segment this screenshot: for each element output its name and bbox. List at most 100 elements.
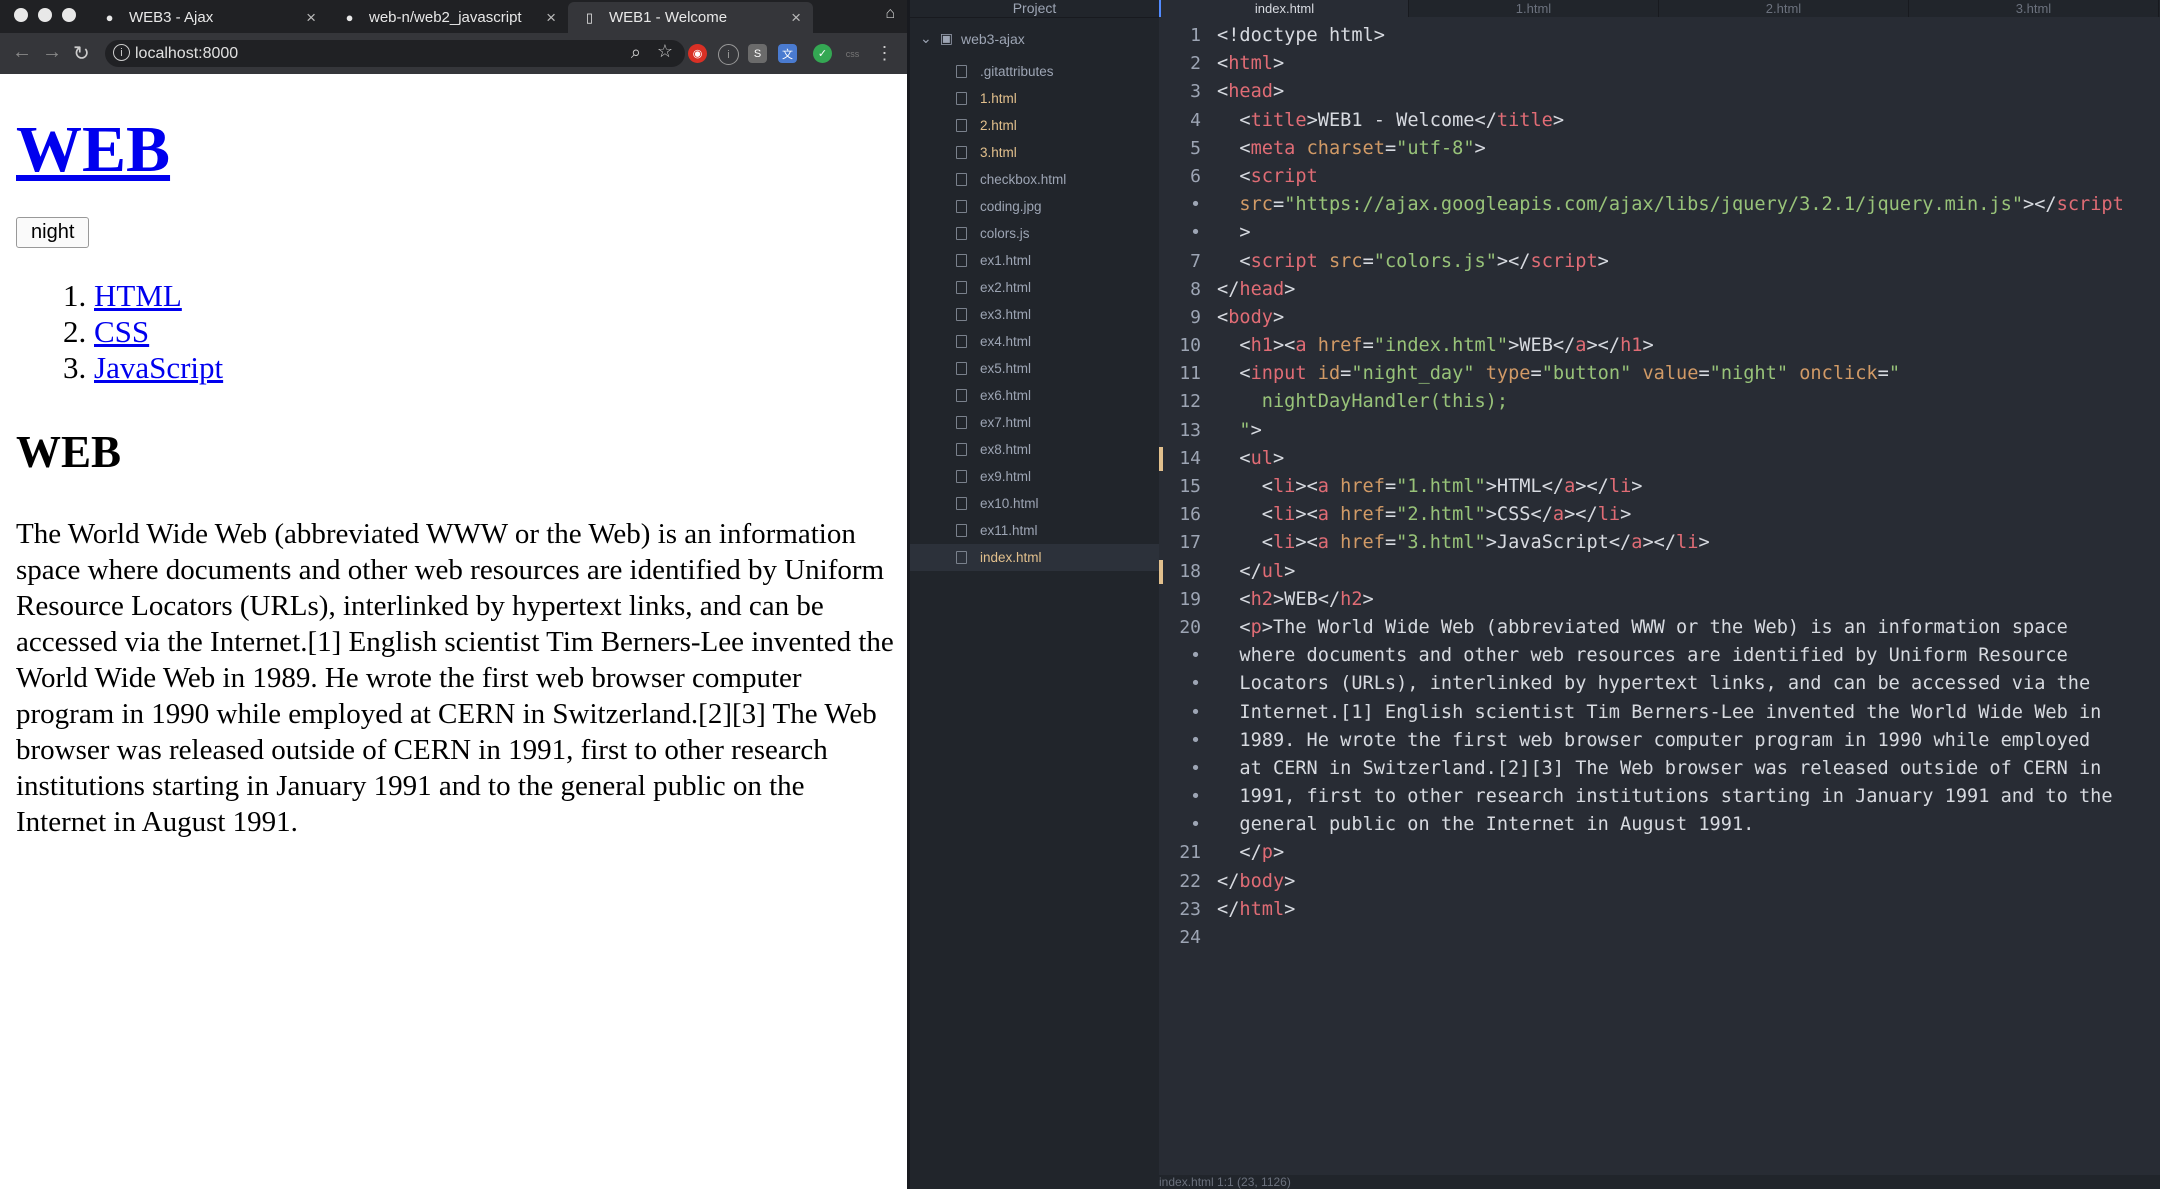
url-input[interactable]: i localhost:8000 ⌕ ☆ [105,40,685,67]
extension-check-icon[interactable]: ✓ [813,44,832,63]
line-number: 4 [1190,109,1201,131]
file-icon [956,362,967,375]
file-tree-item[interactable]: ex1.html [910,247,1159,274]
close-window-button[interactable] [14,8,28,22]
project-root-folder[interactable]: ⌄ ▣ web3-ajax [920,30,1025,47]
file-icon [956,470,967,483]
page-heading: WEB [16,113,896,187]
line-number: 24 [1179,927,1201,948]
extension-info-icon[interactable]: i [718,44,739,65]
file-icon [956,254,967,267]
file-icon [956,308,967,321]
file-tree-item[interactable]: ex6.html [910,382,1159,409]
line-number: • [1190,701,1201,723]
browser-tab-title: WEB1 - Welcome [609,9,728,26]
browser-tab-title: web-n/web2_javascript [369,9,522,26]
extension-css-icon[interactable]: css [843,44,862,63]
file-tree-item[interactable]: index.html [910,544,1159,571]
close-tab-icon[interactable]: × [306,8,316,28]
line-number: • [1190,645,1201,667]
html-link[interactable]: HTML [94,278,182,313]
code-line: <ul> [1217,447,1285,469]
line-number: • [1190,194,1201,216]
code-line: 1989. He wrote the first web browser com… [1217,729,2091,751]
reload-icon[interactable]: ↻ [73,41,90,66]
zoom-icon[interactable]: ⌕ [631,42,641,63]
file-icon [956,173,967,186]
code-line: <input id="night_day" type="button" valu… [1217,363,1901,385]
file-tree-item[interactable]: 3.html [910,139,1159,166]
file-name: ex6.html [980,388,1032,403]
file-tree-item[interactable]: colors.js [910,220,1159,247]
editor-tab-1[interactable]: 1.html [1409,0,1659,17]
list-item: HTML [94,278,896,314]
extension-s-icon[interactable]: S [748,44,767,63]
forward-icon[interactable]: → [42,41,62,64]
home-link[interactable]: WEB [16,113,170,186]
file-tree-item[interactable]: ex10.html [910,490,1159,517]
line-number: 18 [1159,558,1217,586]
file-name: 3.html [980,145,1017,160]
close-tab-icon[interactable]: × [546,8,556,28]
file-tree-item[interactable]: 1.html [910,85,1159,112]
browser-tab-strip: ● WEB3 - Ajax × ● web-n/web2_javascript … [0,0,907,33]
file-tree-item[interactable]: .gitattributes [910,58,1159,85]
code-area[interactable]: <!doctype html> <html> <head> <title>WEB… [1217,22,2157,952]
code-line: Locators (URLs), interlinked by hypertex… [1217,673,2091,695]
editor-tab-3[interactable]: 3.html [1909,0,2159,17]
file-tree-item[interactable]: ex8.html [910,436,1159,463]
line-number: 10 [1179,335,1201,357]
editor-tab-index[interactable]: index.html [1159,0,1409,17]
line-number: • [1190,729,1201,751]
file-tree-item[interactable]: ex4.html [910,328,1159,355]
file-name: ex8.html [980,442,1032,457]
maximize-window-button[interactable] [62,8,76,22]
chevron-down-icon: ⌄ [920,30,932,46]
code-line: <!doctype html> [1217,25,1385,46]
line-number: 6 [1190,165,1201,187]
code-line: Internet.[1] English scientist Tim Berne… [1217,701,2102,723]
file-tree-item[interactable]: ex3.html [910,301,1159,328]
javascript-link[interactable]: JavaScript [94,350,223,385]
menu-kebab-icon[interactable]: ⋮ [875,43,894,63]
site-info-icon[interactable]: i [113,44,130,61]
line-number: 3 [1190,81,1201,103]
file-tree-item[interactable]: ex5.html [910,355,1159,382]
file-name: ex9.html [980,469,1032,484]
extension-translate-icon[interactable]: 文 [778,44,797,63]
file-tree-item[interactable]: ex7.html [910,409,1159,436]
browser-tab-1[interactable]: ● WEB3 - Ajax × [88,2,328,33]
file-tree-item[interactable]: ex9.html [910,463,1159,490]
code-editor-window: Project ⌄ ▣ web3-ajax .gitattributes 1.ht… [907,0,2160,1189]
file-tree-item[interactable]: coding.jpg [910,193,1159,220]
browser-tab-3[interactable]: ▯ WEB1 - Welcome × [568,2,813,33]
line-number: • [1190,814,1201,836]
file-name: ex11.html [980,523,1038,538]
minimize-window-button[interactable] [38,8,52,22]
line-number: • [1190,673,1201,695]
file-name: ex4.html [980,334,1032,349]
file-tree-item[interactable]: checkbox.html [910,166,1159,193]
extension-red-icon[interactable]: ◉ [688,44,707,63]
close-tab-icon[interactable]: × [791,8,801,28]
topic-list: HTML CSS JavaScript [16,278,896,386]
code-line: <title>WEB1 - Welcome</title> [1217,109,1565,131]
file-tree-item[interactable]: ex11.html [910,517,1159,544]
bookmark-star-icon[interactable]: ☆ [657,41,673,62]
file-tree-item[interactable]: 2.html [910,112,1159,139]
profile-icon[interactable]: ⌂ [885,5,895,23]
line-number: 20 [1179,616,1201,638]
back-icon[interactable]: ← [12,41,32,64]
browser-tab-title: WEB3 - Ajax [129,9,214,26]
file-tree-item[interactable]: ex2.html [910,274,1159,301]
code-line: <li><a href="3.html">JavaScript</a></li> [1217,532,1710,554]
code-line: 1991, first to other research institutio… [1217,786,2113,808]
editor-tab-2[interactable]: 2.html [1659,0,1909,17]
file-name: colors.js [980,226,1030,241]
browser-tab-2[interactable]: ● web-n/web2_javascript × [328,2,568,33]
css-link[interactable]: CSS [94,314,149,349]
line-number: 17 [1179,532,1201,554]
night-mode-button[interactable]: night [16,216,90,248]
line-number: 16 [1179,504,1201,526]
file-name: ex7.html [980,415,1032,430]
